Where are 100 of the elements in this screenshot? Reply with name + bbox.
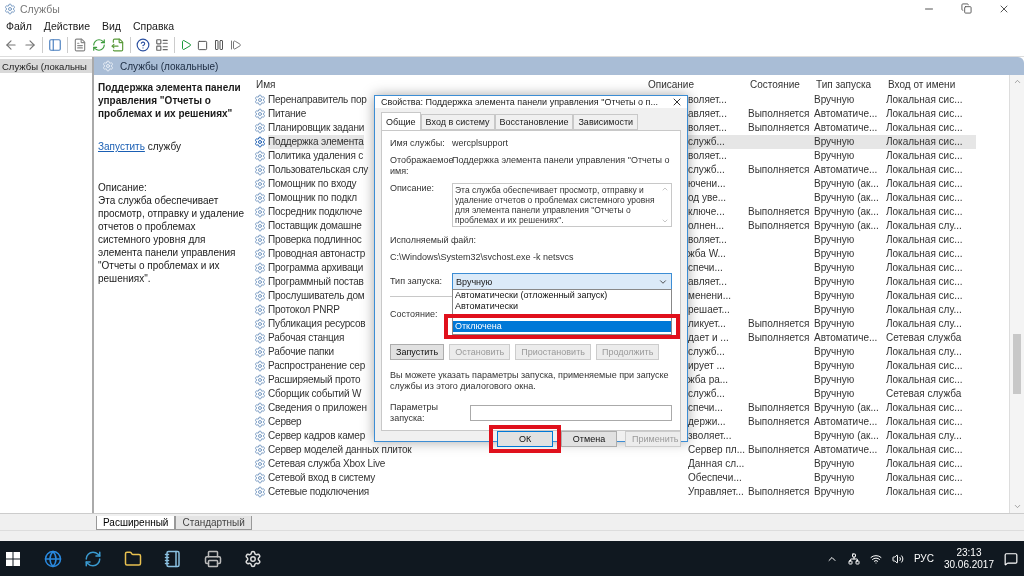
table-cell[interactable]: Проверка подлиннос bbox=[268, 233, 362, 247]
column-header[interactable]: Тип запуска bbox=[814, 78, 886, 90]
table-cell[interactable]: Перенаправитель пор bbox=[268, 93, 367, 107]
resume-icon[interactable] bbox=[230, 39, 242, 51]
table-cell-text: Локальная слу... bbox=[886, 219, 963, 233]
service-button[interactable]: Запустить bbox=[390, 344, 445, 360]
gear-icon bbox=[254, 164, 266, 176]
menu-item[interactable]: Действие bbox=[43, 20, 90, 32]
dialog-tab[interactable]: Восстановление bbox=[494, 114, 574, 130]
dropdown-option[interactable]: Отключена bbox=[453, 321, 671, 332]
browser-icon[interactable] bbox=[44, 549, 62, 568]
table-cell[interactable]: Распространение сер bbox=[268, 359, 365, 373]
list-icon[interactable] bbox=[155, 38, 169, 52]
table-cell[interactable]: Протокол PNRP bbox=[268, 303, 340, 317]
table-cell[interactable]: Публикация ресурсов bbox=[268, 317, 366, 331]
table-cell[interactable]: Программный постав bbox=[268, 275, 364, 289]
dialog-tab[interactable]: Общие bbox=[381, 112, 421, 130]
table-cell[interactable]: Поставщик домашне bbox=[268, 219, 362, 233]
panel-icon[interactable] bbox=[48, 38, 62, 52]
stop-icon[interactable] bbox=[197, 39, 208, 51]
close-icon[interactable] bbox=[998, 3, 1010, 15]
back-arrow-icon[interactable] bbox=[4, 38, 18, 52]
table-cell-text: Выполняется bbox=[748, 107, 811, 121]
table-cell-text: Вручную bbox=[814, 317, 856, 331]
table-cell[interactable]: Сервер bbox=[268, 415, 302, 429]
tree-item[interactable]: Службы (локальны bbox=[0, 59, 92, 73]
table-cell-text: Вручную bbox=[814, 373, 856, 387]
column-header[interactable]: Вход от имени bbox=[886, 78, 976, 90]
table-cell[interactable]: Проводная автонастр bbox=[268, 247, 366, 261]
table-cell[interactable]: Сборщик событий W bbox=[268, 387, 362, 401]
table-cell[interactable]: Поддержка элемента bbox=[268, 135, 364, 149]
speaker-icon[interactable] bbox=[891, 552, 904, 565]
scrollbar[interactable] bbox=[1009, 75, 1024, 513]
refresh-icon[interactable] bbox=[92, 38, 106, 52]
restore-icon[interactable] bbox=[961, 3, 972, 14]
gear-icon[interactable] bbox=[244, 549, 262, 568]
params-input[interactable] bbox=[470, 405, 672, 421]
table-cell[interactable]: Сетевая служба Xbox Live bbox=[268, 457, 386, 471]
table-cell[interactable]: Помощник по входу bbox=[268, 177, 357, 191]
notification-icon[interactable] bbox=[1004, 551, 1018, 566]
table-cell[interactable]: Питание bbox=[268, 107, 307, 121]
table-cell-text: Выполняется bbox=[748, 163, 811, 177]
table-cell-text: Локальная слу... bbox=[886, 317, 963, 331]
dialog-tab[interactable]: Вход в систему bbox=[420, 114, 495, 130]
refresh-icon[interactable] bbox=[84, 549, 102, 568]
table-cell[interactable]: Посредник подключе bbox=[268, 205, 363, 219]
gear-icon bbox=[254, 220, 266, 232]
table-cell-text: дает и ... bbox=[688, 331, 730, 345]
menu-item[interactable]: Справка bbox=[133, 20, 175, 32]
close-icon[interactable] bbox=[671, 96, 683, 108]
table-cell[interactable]: Планировщик задани bbox=[268, 121, 365, 135]
notebook-icon[interactable] bbox=[164, 549, 182, 568]
printer-icon[interactable] bbox=[204, 549, 222, 568]
gear-icon bbox=[254, 374, 266, 386]
menu-item[interactable]: Файл bbox=[6, 20, 32, 32]
column-header[interactable]: Имя bbox=[254, 78, 646, 90]
column-header[interactable]: Состояние bbox=[748, 78, 814, 90]
wifi-icon[interactable] bbox=[869, 552, 882, 565]
table-cell[interactable]: Сведения о приложен bbox=[268, 401, 367, 415]
table-cell[interactable]: Сервер моделей данных плиток bbox=[268, 443, 412, 457]
table-cell-text: Вручную (ак... bbox=[814, 177, 880, 191]
language-indicator[interactable]: РУС bbox=[913, 553, 934, 564]
table-cell[interactable]: Программа архиваци bbox=[268, 261, 364, 275]
table-cell[interactable]: Политика удаления с bbox=[268, 149, 363, 163]
folder-icon[interactable] bbox=[124, 549, 142, 568]
table-cell-text: воляет... bbox=[688, 93, 728, 107]
dialog-button[interactable]: ОК bbox=[497, 431, 553, 447]
field-label: Отображаемое имя: bbox=[390, 155, 452, 177]
start-link[interactable]: Запустить bbox=[98, 141, 145, 152]
table-cell-text: воляет... bbox=[688, 121, 728, 135]
scroll-thumb[interactable] bbox=[1013, 334, 1021, 394]
table-cell[interactable]: Рабочая станция bbox=[268, 331, 345, 345]
table-cell[interactable]: Расширяемый прото bbox=[268, 373, 361, 387]
dialog-tab[interactable]: Зависимости bbox=[573, 114, 639, 130]
view-tab[interactable]: Расширенный bbox=[96, 516, 176, 530]
forward-arrow-icon[interactable] bbox=[23, 38, 37, 52]
table-cell[interactable]: Сетевые подключения bbox=[268, 485, 369, 499]
table-cell-text: Вручную bbox=[814, 457, 856, 471]
document-icon[interactable] bbox=[73, 38, 87, 52]
view-tab[interactable]: Стандартный bbox=[175, 516, 252, 530]
dialog-button[interactable]: Отмена bbox=[561, 431, 617, 447]
menu-item[interactable]: Вид bbox=[102, 20, 121, 32]
table-cell-text: Данная сл... bbox=[688, 457, 746, 471]
column-header[interactable]: Описание bbox=[646, 78, 748, 90]
table-cell[interactable]: Сетевой вход в систему bbox=[268, 471, 376, 485]
table-cell-text: менени... bbox=[688, 289, 732, 303]
table-cell-text: Выполняется bbox=[748, 219, 811, 233]
windows-logo-icon[interactable] bbox=[6, 551, 20, 566]
gear-icon bbox=[254, 136, 266, 148]
help-icon[interactable] bbox=[136, 38, 150, 52]
pause-icon[interactable] bbox=[213, 39, 225, 51]
table-cell[interactable]: Пользовательская слу bbox=[268, 163, 369, 177]
network-icon[interactable] bbox=[847, 552, 860, 565]
table-cell[interactable]: Помощник по подкл bbox=[268, 191, 357, 205]
play-icon[interactable] bbox=[180, 39, 192, 51]
table-cell[interactable]: Сервер кадров камер bbox=[268, 429, 365, 443]
table-cell-text: Локальная сис... bbox=[886, 471, 964, 485]
export-icon[interactable] bbox=[111, 38, 125, 52]
table-cell[interactable]: Рабочие папки bbox=[268, 345, 334, 359]
table-cell[interactable]: Прослушиватель дом bbox=[268, 289, 365, 303]
